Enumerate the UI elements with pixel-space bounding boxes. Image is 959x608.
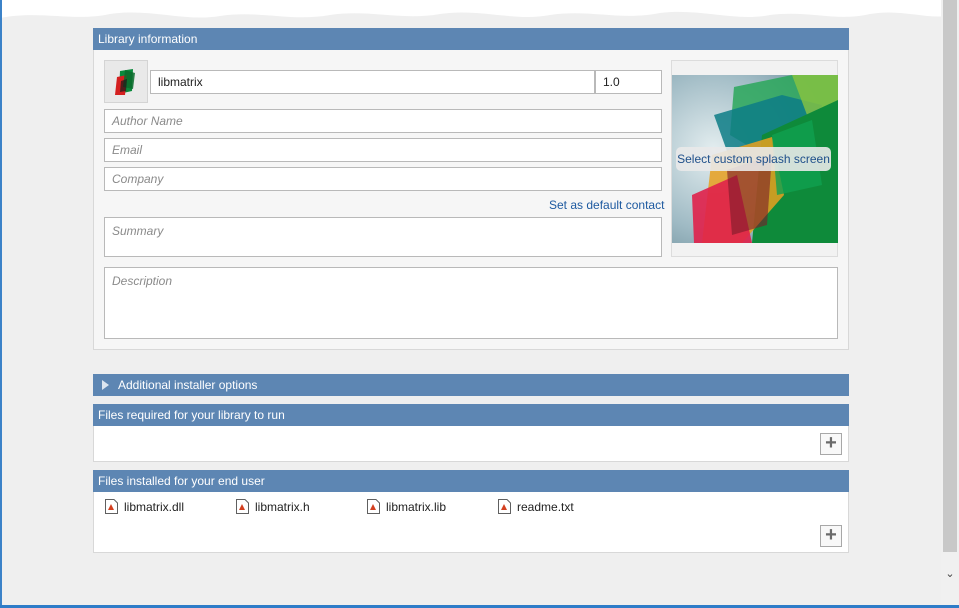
matlab-app-icon: [115, 69, 135, 95]
vertical-scrollbar[interactable]: ⌄: [941, 0, 959, 605]
version-input[interactable]: 1.0: [595, 70, 662, 94]
plus-icon: +: [825, 524, 837, 546]
add-installed-file-button[interactable]: +: [820, 525, 842, 547]
files-installed-panel: [93, 492, 849, 553]
description-input[interactable]: Description: [104, 267, 838, 339]
file-icon: [105, 499, 118, 514]
plus-icon: +: [825, 432, 837, 454]
file-icon: [367, 499, 380, 514]
library-name-input[interactable]: libmatrix: [150, 70, 595, 94]
library-information-header: Library information: [93, 28, 849, 50]
select-splash-screen-button[interactable]: Select custom splash screen: [676, 147, 831, 171]
author-name-input[interactable]: Author Name: [104, 109, 662, 133]
chevron-down-icon[interactable]: ⌄: [941, 567, 959, 581]
torn-edge: [0, 0, 959, 18]
set-default-contact-link[interactable]: Set as default contact: [549, 198, 664, 212]
email-input[interactable]: Email: [104, 138, 662, 162]
files-installed-header: Files installed for your end user: [93, 470, 849, 492]
file-name: libmatrix.dll: [124, 500, 185, 514]
splash-screen-panel: Select custom splash screen: [671, 60, 838, 257]
additional-installer-options-toggle[interactable]: Additional installer options: [93, 374, 849, 396]
files-required-panel: [93, 426, 849, 462]
file-name: libmatrix.h: [255, 500, 310, 514]
add-required-file-button[interactable]: +: [820, 433, 842, 455]
files-required-header: Files required for your library to run: [93, 404, 849, 426]
file-icon: [498, 499, 511, 514]
file-icon: [236, 499, 249, 514]
scroll-thumb[interactable]: [943, 0, 957, 552]
triangle-right-icon: [102, 380, 109, 390]
file-name: readme.txt: [517, 500, 574, 514]
window-border-left: [0, 0, 2, 608]
file-name: libmatrix.lib: [386, 500, 447, 514]
company-input[interactable]: Company: [104, 167, 662, 191]
additional-installer-options-label: Additional installer options: [118, 378, 258, 392]
summary-input[interactable]: Summary: [104, 217, 662, 257]
app-icon-button[interactable]: [104, 60, 148, 103]
